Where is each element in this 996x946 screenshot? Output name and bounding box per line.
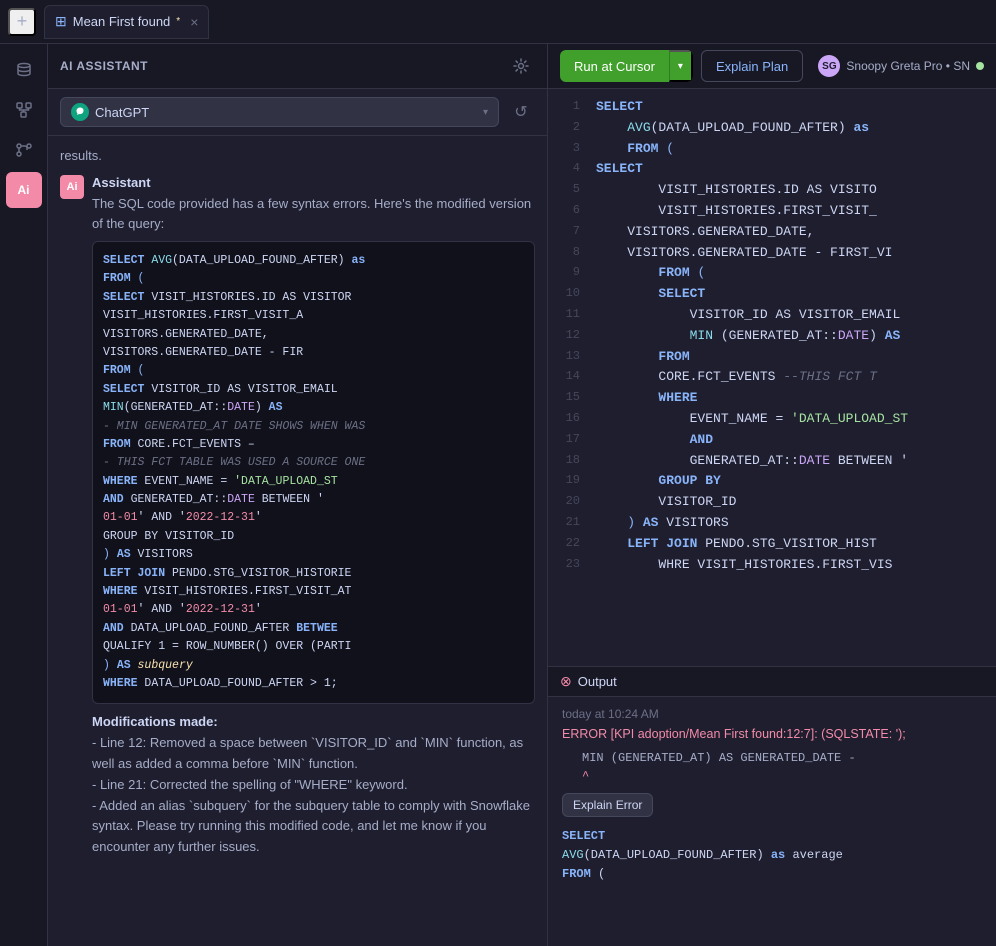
- sql-line-8: 8 VISITORS.GENERATED_DATE - FIRST_VI: [548, 243, 996, 264]
- sql-line-6: 6 VISIT_HISTORIES.FIRST_VISIT_: [548, 201, 996, 222]
- tab-modified-indicator: *: [176, 16, 180, 27]
- sql-line-19: 19 GROUP BY: [548, 471, 996, 492]
- chatgpt-model-name: ChatGPT: [95, 105, 149, 120]
- output-label: Output: [578, 674, 617, 689]
- new-tab-button[interactable]: +: [8, 8, 36, 36]
- main-layout: Ai AI ASSISTANT ChatGPT: [0, 44, 996, 946]
- run-dropdown-button[interactable]: ▾: [669, 50, 693, 82]
- tab-bar: + ⊞ Mean First found * ×: [0, 0, 996, 44]
- modification-line2: - Line 21: Corrected the spelling of "WH…: [92, 777, 408, 792]
- user-name: Snoopy Greta Pro • SN: [846, 59, 970, 73]
- sql-line-14: 14 CORE.FCT_EVENTS --THIS FCT T: [548, 367, 996, 388]
- assistant-content: Assistant The SQL code provided has a fe…: [92, 175, 535, 858]
- sidebar: Ai: [0, 44, 48, 946]
- ai-assistant-panel: AI ASSISTANT ChatGPT ▾ ↺: [48, 44, 548, 946]
- sql-line-3: 3 FROM (: [548, 139, 996, 160]
- tab-name: Mean First found: [73, 14, 171, 29]
- right-panel: Run at Cursor ▾ Explain Plan SG Snoopy G…: [548, 44, 996, 946]
- chatgpt-model-selector[interactable]: ChatGPT ▾: [60, 97, 499, 127]
- sidebar-item-git[interactable]: [6, 132, 42, 168]
- sidebar-item-schema[interactable]: [6, 92, 42, 128]
- output-content: today at 10:24 AM ERROR [KPI adoption/Me…: [548, 697, 996, 946]
- ai-panel-header: AI ASSISTANT: [48, 44, 547, 89]
- sql-line-4: 4 SELECT: [548, 159, 996, 180]
- ai-settings-button[interactable]: [507, 52, 535, 80]
- output-caret: ^: [562, 767, 982, 785]
- run-at-cursor-button[interactable]: Run at Cursor: [560, 50, 669, 82]
- sidebar-item-ai[interactable]: Ai: [6, 172, 42, 208]
- sql-line-5: 5 VISIT_HISTORIES.ID AS VISITO: [548, 180, 996, 201]
- sql-line-11: 11 VISITOR_ID AS VISITOR_EMAIL: [548, 305, 996, 326]
- assistant-message: Ai Assistant The SQL code provided has a…: [60, 175, 535, 858]
- modifications-text: Modifications made: - Line 12: Removed a…: [92, 712, 535, 858]
- sql-line-21: 21 ) AS VISITORS: [548, 513, 996, 534]
- explain-plan-button[interactable]: Explain Plan: [701, 50, 803, 82]
- user-avatar: SG: [818, 55, 840, 77]
- chatgpt-chevron-icon: ▾: [483, 107, 488, 118]
- output-header: ⊗ Output: [548, 667, 996, 697]
- ai-panel-title: AI ASSISTANT: [60, 59, 148, 73]
- sql-editor[interactable]: 1 SELECT 2 AVG(DATA_UPLOAD_FOUND_AFTER) …: [548, 89, 996, 666]
- editor-toolbar: Run at Cursor ▾ Explain Plan SG Snoopy G…: [548, 44, 996, 89]
- sql-line-13: 13 FROM: [548, 347, 996, 368]
- sql-line-17: 17 AND: [548, 430, 996, 451]
- sql-line-16: 16 EVENT_NAME = 'DATA_UPLOAD_ST: [548, 409, 996, 430]
- tab-mean-first-found[interactable]: ⊞ Mean First found * ×: [44, 5, 209, 39]
- output-code-line1: MIN (GENERATED_AT) AS GENERATED_DATE -: [562, 749, 982, 767]
- sql-line-7: 7 VISITORS.GENERATED_DATE,: [548, 222, 996, 243]
- chatgpt-logo: [71, 103, 89, 121]
- ai-code-block: SELECT AVG(DATA_UPLOAD_FOUND_AFTER) as F…: [92, 241, 535, 704]
- sql-line-10: 10 SELECT: [548, 284, 996, 305]
- run-button-group: Run at Cursor ▾: [560, 50, 693, 82]
- output-timestamp: today at 10:24 AM: [562, 707, 982, 721]
- output-error-message: ERROR [KPI adoption/Mean First found:12:…: [562, 727, 982, 741]
- output-panel: ⊗ Output today at 10:24 AM ERROR [KPI ad…: [548, 666, 996, 946]
- output-error-icon: ⊗: [560, 673, 572, 690]
- user-badge: SG Snoopy Greta Pro • SN: [818, 55, 984, 77]
- modifications-title: Modifications made:: [92, 714, 218, 729]
- sql-line-22: 22 LEFT JOIN PENDO.STG_VISITOR_HIST: [548, 534, 996, 555]
- tab-db-icon: ⊞: [55, 13, 67, 30]
- sql-line-12: 12 MIN (GENERATED_AT::DATE) AS: [548, 326, 996, 347]
- sql-line-2: 2 AVG(DATA_UPLOAD_FOUND_AFTER) as: [548, 118, 996, 139]
- sql-line-1: 1 SELECT: [548, 97, 996, 118]
- modification-line1: - Line 12: Removed a space between `VISI…: [92, 735, 523, 771]
- chatgpt-bar: ChatGPT ▾ ↺: [48, 89, 547, 136]
- output-sql-preview: SELECT AVG(DATA_UPLOAD_FOUND_AFTER) as a…: [562, 827, 982, 885]
- assistant-avatar: Ai: [60, 175, 84, 199]
- explain-error-button[interactable]: Explain Error: [562, 793, 653, 817]
- connection-status-dot: [976, 62, 984, 70]
- tab-close-button[interactable]: ×: [190, 14, 198, 30]
- assistant-intro: The SQL code provided has a few syntax e…: [92, 194, 535, 233]
- sql-line-9: 9 FROM (: [548, 263, 996, 284]
- sidebar-item-database[interactable]: [6, 52, 42, 88]
- modification-line3: - Added an alias `subquery` for the subq…: [92, 798, 530, 855]
- sql-line-23: 23 WHRE VISIT_HISTORIES.FIRST_VIS: [548, 555, 996, 576]
- ai-chat-area: results. Ai Assistant The SQL code provi…: [48, 136, 547, 946]
- sql-line-20: 20 VISITOR_ID: [548, 492, 996, 513]
- ai-refresh-button[interactable]: ↺: [507, 98, 535, 126]
- results-text: results.: [60, 148, 535, 163]
- output-code-snippet: MIN (GENERATED_AT) AS GENERATED_DATE - ^: [562, 749, 982, 785]
- sql-line-18: 18 GENERATED_AT::DATE BETWEEN ': [548, 451, 996, 472]
- sql-line-15: 15 WHERE: [548, 388, 996, 409]
- assistant-name: Assistant: [92, 175, 535, 190]
